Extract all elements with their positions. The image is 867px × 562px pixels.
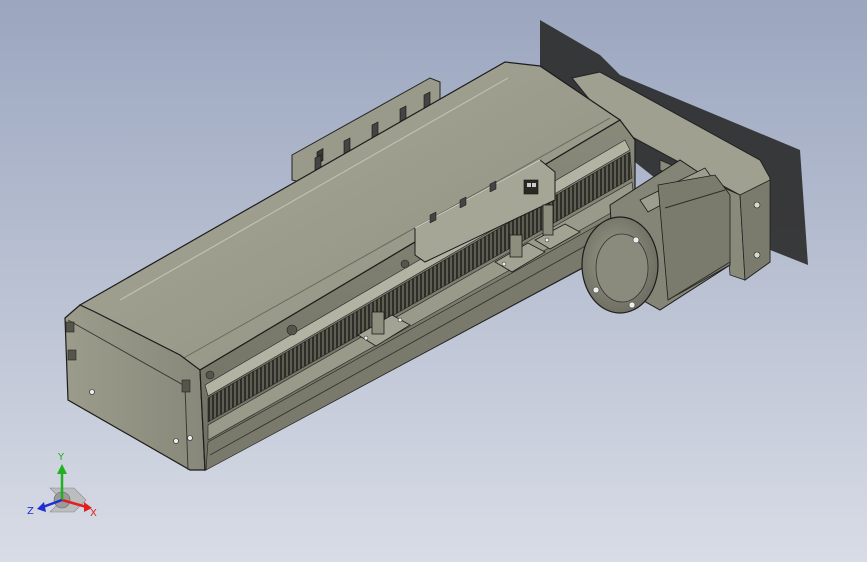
triad-z-label: Z [27,506,34,517]
linear-actuator-model[interactable] [0,0,867,562]
cad-viewport[interactable]: X Y Z [0,0,867,562]
axis-triad: X Y Z [27,452,97,519]
triad-x-label: X [90,508,97,519]
triad-y-label: Y [57,452,65,463]
